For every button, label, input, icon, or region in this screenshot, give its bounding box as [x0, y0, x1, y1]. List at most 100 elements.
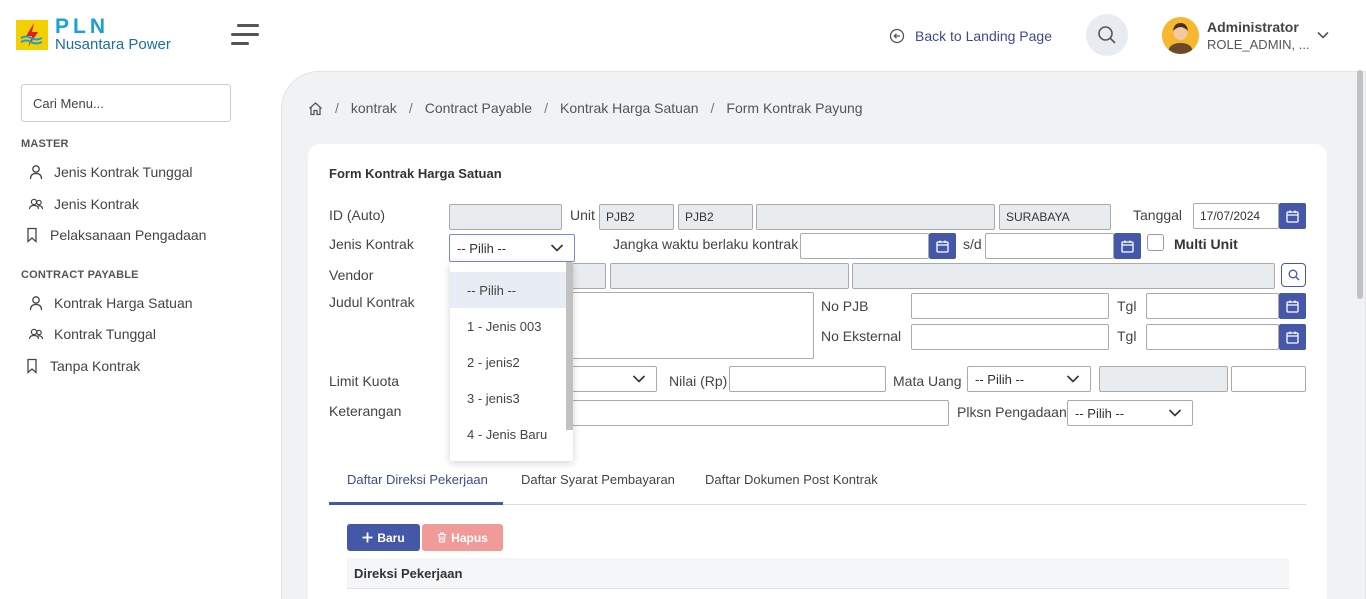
sidebar-item-kontrak-harga-satuan[interactable]: Kontrak Harga Satuan [28, 293, 193, 313]
avatar[interactable] [1162, 17, 1199, 54]
chevron-down-icon [632, 375, 646, 383]
users-icon [28, 198, 44, 210]
user-icon [29, 165, 43, 180]
no-pjb-field[interactable] [911, 293, 1109, 319]
plksn-pengadaan-label: Plksn Pengadaan [957, 404, 1067, 420]
global-search-button[interactable] [1086, 14, 1128, 56]
sidebar-item-kontrak-tunggal[interactable]: Kontrak Tunggal [28, 324, 156, 344]
calendar-icon [936, 240, 949, 253]
dropdown-scrollbar[interactable] [566, 262, 573, 430]
user-name: Administrator [1207, 19, 1299, 35]
sidebar-item-tanpa-kontrak[interactable]: Tanpa Kontrak [24, 356, 140, 376]
dropdown-option[interactable]: 3 - jenis3 [450, 380, 566, 416]
keterangan-label: Keterangan [329, 403, 402, 419]
jenis-kontrak-selected: -- Pilih -- [457, 240, 507, 256]
chevron-down-icon[interactable] [1316, 28, 1330, 42]
sidebar-item-jenis-kontrak-tunggal[interactable]: Jenis Kontrak Tunggal [28, 162, 193, 182]
chevron-down-icon [1066, 375, 1080, 383]
limit-kuota-select[interactable] [570, 366, 657, 392]
home-icon[interactable] [308, 101, 323, 116]
tab-dokumen-post-kontrak[interactable]: Daftar Dokumen Post Kontrak [705, 472, 878, 487]
dropdown-option[interactable]: -- Pilih -- [450, 272, 566, 308]
sd-label: s/d [963, 236, 982, 252]
calendar-icon [1286, 300, 1299, 313]
plksn-pengadaan-select[interactable]: -- Pilih -- [1067, 400, 1193, 426]
no-eksternal-label: No Eksternal [821, 328, 902, 344]
multi-unit-checkbox[interactable] [1147, 234, 1164, 251]
tgl-eksternal-label: Tgl [1117, 328, 1137, 344]
jangka-waktu-start-field[interactable] [800, 233, 929, 259]
delete-button[interactable]: Hapus [422, 524, 503, 551]
jangka-waktu-end-field[interactable] [985, 233, 1114, 259]
jenis-kontrak-label: Jenis Kontrak [329, 236, 414, 252]
jangka-end-calendar-button[interactable] [1114, 233, 1141, 259]
breadcrumb-item[interactable]: Contract Payable [425, 100, 532, 116]
tgl-pjb-calendar-button[interactable] [1279, 293, 1306, 319]
tanggal-field[interactable]: 17/07/2024 [1193, 203, 1279, 229]
breadcrumb-item[interactable]: Kontrak Harga Satuan [560, 100, 699, 116]
table-header: Direksi Pekerjaan [347, 558, 1289, 589]
mata-uang-select[interactable]: -- Pilih -- [967, 366, 1091, 392]
back-to-landing-link[interactable]: Back to Landing Page [889, 26, 1052, 46]
table-header-direksi: Direksi Pekerjaan [354, 565, 463, 581]
tanggal-label: Tanggal [1133, 207, 1183, 223]
trash-icon [438, 532, 447, 543]
tab-syarat-pembayaran[interactable]: Daftar Syarat Pembayaran [521, 472, 675, 487]
calendar-icon [1121, 240, 1134, 253]
dropdown-option[interactable]: 4 - Jenis Baru [450, 416, 566, 452]
nilai-label: Nilai (Rp) [669, 373, 728, 389]
sidebar-search-input[interactable] [21, 84, 231, 122]
tgl-eksternal-field[interactable] [1146, 324, 1279, 350]
vendor-name-field [610, 263, 849, 289]
calendar-icon [1286, 210, 1299, 223]
form-title: Form Kontrak Harga Satuan [329, 166, 502, 181]
mata-uang-selected: -- Pilih -- [975, 371, 1025, 387]
unit-label: Unit [570, 207, 595, 223]
keterangan-field[interactable] [570, 400, 949, 426]
menu-toggle-icon[interactable] [231, 24, 259, 48]
vendor-search-button[interactable] [1281, 263, 1306, 287]
breadcrumb-separator: / [710, 100, 715, 116]
sidebar-item-pelaksanaan-pengadaan[interactable]: Pelaksanaan Pengadaan [24, 225, 206, 245]
sidebar-item-label: Kontrak Harga Satuan [54, 295, 193, 311]
user-role: ROLE_ADMIN, ... [1207, 37, 1310, 52]
tgl-pjb-field[interactable] [1146, 293, 1279, 319]
dropdown-option[interactable]: 2 - jenis2 [450, 344, 566, 380]
users-icon [28, 328, 44, 340]
breadcrumb-item[interactable]: kontrak [351, 100, 397, 116]
sidebar-item-label: Tanpa Kontrak [50, 358, 141, 374]
sidebar-item-label: Kontrak Tunggal [54, 326, 156, 342]
user-icon [29, 296, 43, 311]
jangka-start-calendar-button[interactable] [929, 233, 956, 259]
tanggal-calendar-button[interactable] [1279, 203, 1306, 229]
nilai-field[interactable] [729, 366, 886, 392]
no-eksternal-field[interactable] [911, 324, 1109, 350]
active-tab-indicator [329, 502, 503, 505]
plksn-pengadaan-selected: -- Pilih -- [1075, 405, 1125, 421]
sidebar-item-label: Jenis Kontrak Tunggal [54, 164, 193, 180]
vendor-address-field [852, 263, 1275, 289]
jenis-kontrak-select[interactable]: -- Pilih -- [449, 234, 575, 262]
id-label: ID (Auto) [329, 207, 386, 223]
no-pjb-label: No PJB [821, 298, 869, 314]
add-button[interactable]: Baru [347, 524, 420, 551]
back-arrow-icon [889, 28, 905, 44]
sidebar-item-jenis-kontrak[interactable]: Jenis Kontrak [28, 194, 139, 214]
unit-name-field [756, 204, 995, 230]
tab-direksi-pekerjaan[interactable]: Daftar Direksi Pekerjaan [347, 472, 488, 487]
search-icon [1098, 26, 1116, 44]
page-scrollbar[interactable] [1357, 70, 1363, 299]
dropdown-option[interactable]: 1 - Jenis 003 [450, 308, 566, 344]
tgl-eksternal-calendar-button[interactable] [1279, 324, 1306, 350]
kurs-value-field[interactable] [1231, 366, 1306, 392]
bookmark-icon [27, 227, 37, 243]
delete-button-label: Hapus [451, 530, 488, 545]
pln-logo-icon [16, 20, 48, 50]
judul-kontrak-textarea[interactable] [570, 292, 814, 359]
search-icon [1288, 269, 1299, 281]
back-link-label: Back to Landing Page [915, 28, 1052, 44]
calendar-icon [1286, 331, 1299, 344]
kurs-field [1099, 366, 1228, 392]
jenis-kontrak-dropdown: -- Pilih -- 1 - Jenis 003 2 - jenis2 3 -… [450, 262, 573, 461]
chevron-down-icon [550, 244, 564, 252]
